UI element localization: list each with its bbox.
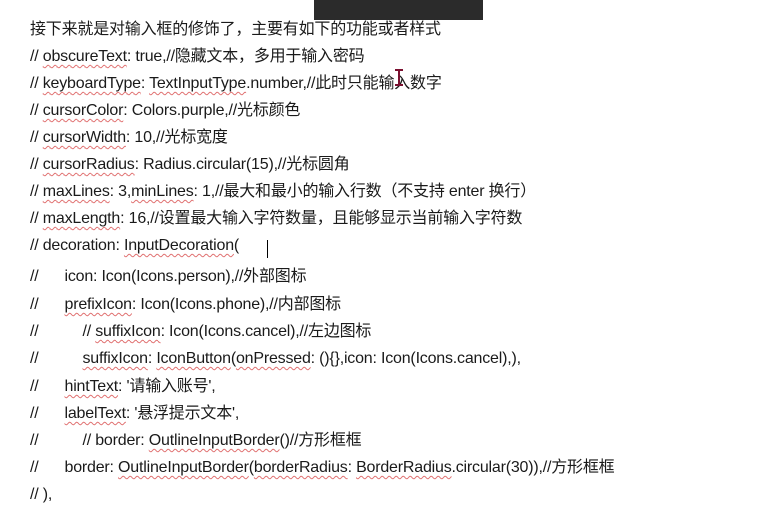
text-segment: : Icon(Icons.cancel),//左边图标 [160,323,372,340]
spellcheck-word: cursorWidth [42,129,126,146]
top-dark-bar [314,0,483,20]
text-segment: // [30,183,43,200]
text-line: //suffixIcon: IconButton(onPressed: (){}… [30,349,521,369]
text-segment: : '悬浮提示文本', [125,405,240,422]
text-line: // ), [30,485,52,505]
text-line: // keyboardType: TextInputType.number,//… [30,74,442,94]
spellcheck-word: obscureText [42,48,127,65]
comment-prefix: // [30,268,39,285]
comment-prefix: // [30,432,39,449]
text-line: // obscureText: true,//隐藏文本，多用于输入密码 [30,47,365,67]
spellcheck-word: onPressed [235,350,311,367]
text-segment: // [82,323,96,340]
text-line: 接下来就是对输入框的修饰了，主要有如下的功能或者样式 [30,20,441,40]
spellcheck-word: maxLength [42,210,121,227]
text-segment: ()//方形框框 [279,432,362,449]
comment-prefix: // [30,350,39,367]
spellcheck-word: maxLines [42,183,110,200]
spellcheck-word: suffixIcon [95,323,161,340]
text-segment: // border: [82,432,149,449]
spellcheck-word: cursorRadius [42,156,135,173]
spellcheck-word: prefixIcon [64,296,133,313]
ibeam-cursor-icon [395,69,403,86]
text-segment: // decoration: [30,237,124,254]
text-segment: : [347,459,357,476]
text-line: //border: OutlineInputBorder(borderRadiu… [30,458,615,478]
text-segment: : [140,75,150,92]
spellcheck-word: suffixIcon [82,350,149,367]
spellcheck-word: OutlineInputBorder [118,459,249,476]
text-segment: : Radius.circular(15),//光标圆角 [134,156,350,173]
spellcheck-word: OutlineInputBorder [148,432,280,449]
text-line: // icon: Icon(Icons.person),//外部图标 [30,267,307,287]
text-segment: ( [233,237,240,254]
text-line: // maxLines: 3,minLines: 1,//最大和最小的输入行数（… [30,182,536,202]
spellcheck-word: minLines [131,183,194,200]
spellcheck-word: cursorColor [42,102,124,119]
text-segment: // [30,48,43,65]
comment-prefix: // [30,323,39,340]
spellcheck-word: borderRadius [253,459,348,476]
text-line: // maxLength: 16,//设置最大输入字符数量，且能够显示当前输入字… [30,209,522,229]
text-segment: border: [64,459,119,476]
text-segment: : true,//隐藏文本，多用于输入密码 [126,48,365,65]
text-segment: // [30,75,43,92]
text-line: // cursorWidth: 10,//光标宽度 [30,128,228,148]
text-line: // // suffixIcon: Icon(Icons.cancel),//左边… [30,322,371,342]
spellcheck-word: InputDecoration [123,237,234,254]
text-segment: : 1,//最大和最小的输入行数（不支持 enter 换行） [193,183,537,200]
text-segment: : '请输入账号', [118,378,216,395]
text-line: // cursorRadius: Radius.circular(15),//光… [30,155,350,175]
comment-prefix: // [30,459,39,476]
text-line: // cursorColor: Colors.purple,//光标颜色 [30,101,300,121]
spellcheck-word: labelText [64,405,127,422]
text-segment: // [30,210,43,227]
text-segment: : 10,//光标宽度 [125,129,228,146]
comment-prefix: // [30,378,39,395]
text-segment: // [30,129,43,146]
text-line: // // border: OutlineInputBorder()//方形框框 [30,431,362,451]
text-segment: // [30,102,43,119]
text-segment: 接下来就是对输入框的修饰了，主要有如下的功能或者样式 [30,21,441,38]
comment-prefix: // [30,405,39,422]
text-caret [267,240,268,258]
text-segment: .number,//此时只能输入数字 [246,75,442,92]
spellcheck-word: keyboardType [42,75,141,92]
text-line: // hintText: '请输入账号', [30,377,216,397]
text-segment: icon: Icon(Icons.person),//外部图标 [64,268,307,285]
spellcheck-word: BorderRadius [356,459,452,476]
text-line: // prefixIcon: Icon(Icons.phone),//内部图标 [30,295,341,315]
comment-prefix: // [30,296,39,313]
text-segment: // [30,156,43,173]
text-segment: : 3, [109,183,132,200]
text-segment: : 16,//设置最大输入字符数量，且能够显示当前输入字符数 [120,210,523,227]
text-segment: .circular(30)),//方形框框 [451,459,615,476]
text-segment: : (){},icon: Icon(Icons.cancel),), [310,350,521,367]
text-segment: : Colors.purple,//光标颜色 [123,102,301,119]
text-line: // labelText: '悬浮提示文本', [30,404,239,424]
spellcheck-word: hintText [64,378,119,395]
spellcheck-word: IconButton [156,350,231,367]
text-line: // decoration: InputDecoration( [30,236,239,256]
spellcheck-word: TextInputType [149,75,247,92]
text-segment: // ), [30,486,53,503]
text-segment: : Icon(Icons.phone),//内部图标 [131,296,341,313]
